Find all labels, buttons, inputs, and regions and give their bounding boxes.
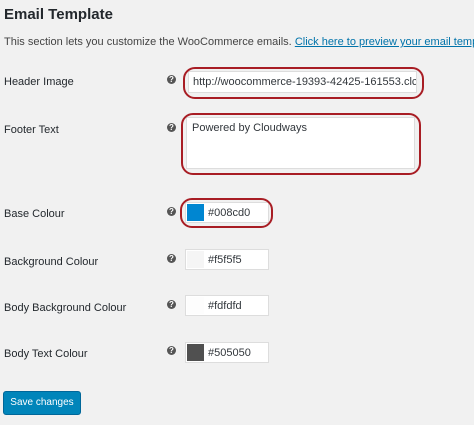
help-icon: ?: [167, 75, 176, 84]
body-background-colour-swatch[interactable]: [187, 297, 204, 314]
footer-text-label: Footer Text: [4, 124, 59, 136]
body-text-colour-label: Body Text Colour: [4, 348, 88, 360]
body-background-colour-label: Body Background Colour: [4, 302, 127, 314]
base-colour-swatch[interactable]: [187, 204, 204, 221]
base-colour-value: #008cd0: [208, 207, 251, 219]
help-icon: ?: [167, 300, 176, 309]
help-icon: ?: [167, 123, 176, 132]
help-icon: ?: [167, 207, 176, 216]
header-image-label: Header Image: [4, 76, 74, 88]
help-icon: ?: [167, 254, 176, 263]
footer-text-textarea[interactable]: Powered by Cloudways: [186, 117, 415, 169]
body-background-colour-value: #fdfdfd: [208, 300, 242, 312]
background-colour-value: #f5f5f5: [208, 254, 242, 266]
help-icon: ?: [167, 346, 176, 355]
body-text-colour-value: #505050: [208, 347, 251, 359]
background-colour-label: Background Colour: [4, 256, 99, 268]
description-text: This section lets you customize the WooC…: [4, 36, 292, 48]
header-image-input[interactable]: http://woocommerce-19393-42425-161553.cl…: [188, 71, 417, 93]
save-changes-button[interactable]: Save changes: [3, 391, 81, 415]
body-background-colour-input[interactable]: #fdfdfd: [185, 295, 269, 316]
background-colour-input[interactable]: #f5f5f5: [185, 249, 269, 270]
background-colour-swatch[interactable]: [187, 251, 204, 268]
base-colour-label: Base Colour: [4, 208, 65, 220]
section-description: This section lets you customize the WooC…: [4, 36, 474, 48]
body-text-colour-swatch[interactable]: [187, 344, 204, 361]
section-title: Email Template: [4, 6, 113, 23]
body-text-colour-input[interactable]: #505050: [185, 342, 269, 363]
preview-link[interactable]: Click here to preview your email templat…: [295, 36, 474, 48]
base-colour-input[interactable]: #008cd0: [185, 202, 269, 223]
